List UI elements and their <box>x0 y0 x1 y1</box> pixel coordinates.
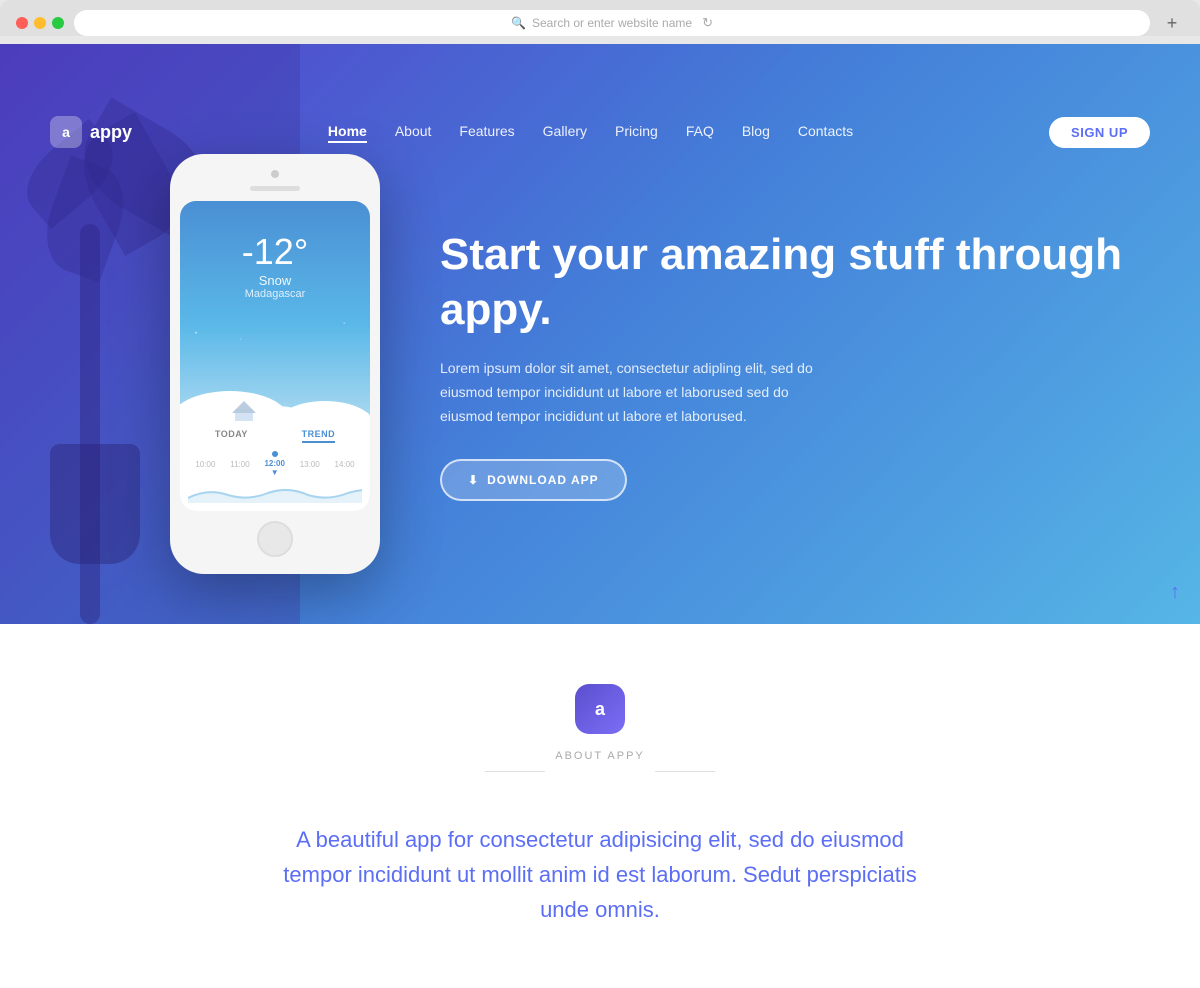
time-1000: 10:00 <box>195 460 215 469</box>
hero-text: Start your amazing stuff through appy. L… <box>440 227 1150 500</box>
divider-line-left <box>485 771 545 772</box>
snow-dot-2: • <box>343 321 345 327</box>
phone-tabs: TODAY TREND 10:00 11:00 <box>180 421 370 511</box>
nav-link-blog[interactable]: Blog <box>742 123 770 139</box>
download-button[interactable]: ⬇ DOWNLOAD APP <box>440 459 627 501</box>
nav-item-blog[interactable]: Blog <box>742 123 770 141</box>
nav-item-faq[interactable]: FAQ <box>686 123 714 141</box>
nav-link-about[interactable]: About <box>395 123 432 139</box>
about-heading: A beautiful app for consectetur adipisic… <box>280 822 920 928</box>
phone-speaker <box>250 186 300 191</box>
nav-item-home[interactable]: Home <box>328 123 367 141</box>
address-bar[interactable]: 🔍 Search or enter website name ↻ <box>74 10 1150 36</box>
nav-item-gallery[interactable]: Gallery <box>543 123 587 141</box>
new-tab-button[interactable]: + <box>1160 11 1184 35</box>
logo[interactable]: a appy <box>50 116 132 148</box>
download-icon: ⬇ <box>468 473 479 487</box>
nav-link-contacts[interactable]: Contacts <box>798 123 853 139</box>
browser-chrome: 🔍 Search or enter website name ↻ + <box>0 0 1200 36</box>
nav-item-about[interactable]: About <box>395 123 432 141</box>
nav-item-pricing[interactable]: Pricing <box>615 123 658 141</box>
phone-timeline: 10:00 11:00 12:00 ▼ <box>188 447 362 481</box>
website-content: a appy Home About Features Gallery Prici… <box>0 44 1200 988</box>
about-logo-letter: a <box>595 699 605 720</box>
phone-screen: -12° Snow Madagascar • • • <box>180 201 370 511</box>
time-1200: 12:00 ▼ <box>264 451 284 477</box>
tab-today[interactable]: TODAY <box>215 429 248 443</box>
scroll-top-button[interactable]: ↑ <box>1170 581 1180 604</box>
navbar: a appy Home About Features Gallery Prici… <box>0 102 1200 162</box>
nav-link-faq[interactable]: FAQ <box>686 123 714 139</box>
time-1300: 13:00 <box>300 460 320 469</box>
phone-home-button[interactable] <box>257 521 293 557</box>
phone-temperature: -12° <box>192 231 358 273</box>
phone-mockup: -12° Snow Madagascar • • • <box>170 154 380 574</box>
hero-subtext: Lorem ipsum dolor sit amet, consectetur … <box>440 357 820 428</box>
about-divider: ABOUT APPY <box>50 750 1150 792</box>
logo-name: appy <box>90 122 132 143</box>
tab-trend[interactable]: TREND <box>302 429 336 443</box>
close-button[interactable] <box>16 17 28 29</box>
phone-device: -12° Snow Madagascar • • • <box>170 154 380 574</box>
nav-link-features[interactable]: Features <box>459 123 514 139</box>
divider-line-right <box>655 771 715 772</box>
snow-dot-3: • <box>240 336 241 341</box>
phone-camera <box>271 170 279 178</box>
snow-dot-1: • <box>195 331 197 337</box>
about-section: a ABOUT APPY A beautiful app for consect… <box>0 624 1200 988</box>
snow-roof <box>232 401 256 413</box>
refresh-icon[interactable]: ↻ <box>702 15 713 31</box>
phone-weather: Snow <box>192 273 358 288</box>
nav-link-home[interactable]: Home <box>328 123 367 143</box>
nav-link-pricing[interactable]: Pricing <box>615 123 658 139</box>
phone-location: Madagascar <box>192 288 358 300</box>
nav-link-gallery[interactable]: Gallery <box>543 123 587 139</box>
traffic-lights <box>16 17 64 29</box>
time-1400: 14:00 <box>335 460 355 469</box>
logo-icon: a <box>50 116 82 148</box>
hero-headline: Start your amazing stuff through appy. <box>440 227 1150 337</box>
search-icon: 🔍 <box>511 16 526 30</box>
nav-item-features[interactable]: Features <box>459 123 514 141</box>
nav-item-contacts[interactable]: Contacts <box>798 123 853 141</box>
about-label: ABOUT APPY <box>555 750 645 762</box>
signup-button[interactable]: SIGN UP <box>1049 117 1150 148</box>
wave-chart <box>188 483 362 503</box>
minimize-button[interactable] <box>34 17 46 29</box>
address-text: Search or enter website name <box>532 16 692 30</box>
time-marker-arrow: ▼ <box>264 468 284 477</box>
download-label: DOWNLOAD APP <box>487 473 599 487</box>
nav-links: Home About Features Gallery Pricing FAQ … <box>328 123 853 141</box>
hero-content: -12° Snow Madagascar • • • <box>0 94 1200 574</box>
maximize-button[interactable] <box>52 17 64 29</box>
about-logo-icon: a <box>575 684 625 734</box>
time-1100: 11:00 <box>230 460 249 469</box>
phone-tab-labels: TODAY TREND <box>188 429 362 443</box>
